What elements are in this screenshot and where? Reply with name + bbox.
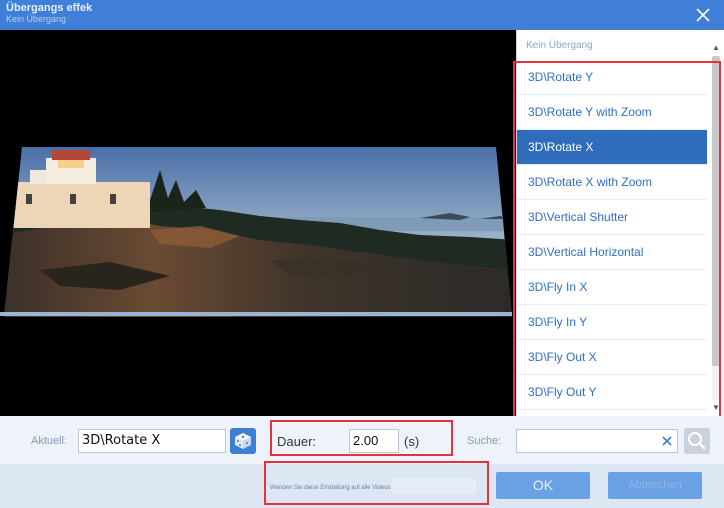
transition-item[interactable]: 3D\Rotate Y: [517, 60, 707, 95]
chevron-up-icon[interactable]: ▲: [709, 42, 723, 54]
transition-item[interactable]: 3D\Fly Out Y: [517, 375, 707, 410]
dice-icon: [235, 433, 251, 449]
list-header-kein-uebergang[interactable]: Kein Übergang: [526, 40, 593, 51]
transition-items: 3D\Rotate Y 3D\Rotate Y with Zoom 3D\Rot…: [517, 60, 707, 410]
search-input[interactable]: [516, 429, 678, 453]
window-title: Übergangs effek: [6, 2, 93, 14]
apply-to-all-label[interactable]: Wenden Sie diese Einstellung auf alle Vi…: [270, 485, 399, 491]
scroll-thumb[interactable]: [712, 56, 720, 366]
chevron-down-icon[interactable]: ▼: [709, 402, 723, 414]
dauer-label: Dauer:: [277, 434, 317, 449]
suche-label: Suche:: [467, 435, 502, 447]
list-scrollbar[interactable]: ▲ ▼: [709, 42, 723, 414]
clear-x-icon[interactable]: [661, 435, 673, 447]
search-button[interactable]: [684, 428, 710, 454]
footer-bar: Wenden Sie diese Einstellung auf alle Vi…: [0, 464, 724, 508]
aktuell-field[interactable]: 3D\Rotate X: [78, 429, 226, 453]
transition-item[interactable]: 3D\Fly In Y: [517, 305, 707, 340]
transition-item[interactable]: 3D\Vertical Shutter: [517, 200, 707, 235]
cancel-button[interactable]: Abbrechen: [608, 472, 702, 499]
aktuell-label: Aktuell:: [31, 435, 68, 447]
preview-area: [0, 30, 516, 416]
preview-image: [0, 147, 512, 317]
transition-list: Kein Übergang 3D\Rotate Y 3D\Rotate Y wi…: [516, 30, 724, 416]
random-button[interactable]: [230, 428, 256, 454]
ok-button[interactable]: OK: [496, 472, 590, 499]
title-bar: Übergangs effek Kein Übergang: [0, 0, 724, 30]
control-bar: Aktuell: 3D\Rotate X Dauer: 2.00 (s) Suc…: [0, 416, 724, 464]
transition-item[interactable]: 3D\Fly Out X: [517, 340, 707, 375]
transition-item[interactable]: 3D\Vertical Horizontal: [517, 235, 707, 270]
dauer-unit: (s): [404, 434, 420, 449]
magnifier-icon: [688, 432, 706, 450]
transition-item-selected[interactable]: 3D\Rotate X: [517, 130, 707, 165]
transition-item[interactable]: 3D\Rotate X with Zoom: [517, 165, 707, 200]
dauer-input[interactable]: 2.00: [349, 429, 399, 453]
close-icon[interactable]: [694, 6, 712, 24]
transition-item[interactable]: 3D\Rotate Y with Zoom: [517, 95, 707, 130]
apply-to-all-control[interactable]: [392, 478, 476, 494]
transition-item[interactable]: 3D\Fly In X: [517, 270, 707, 305]
window-subtitle: Kein Übergang: [6, 14, 67, 24]
